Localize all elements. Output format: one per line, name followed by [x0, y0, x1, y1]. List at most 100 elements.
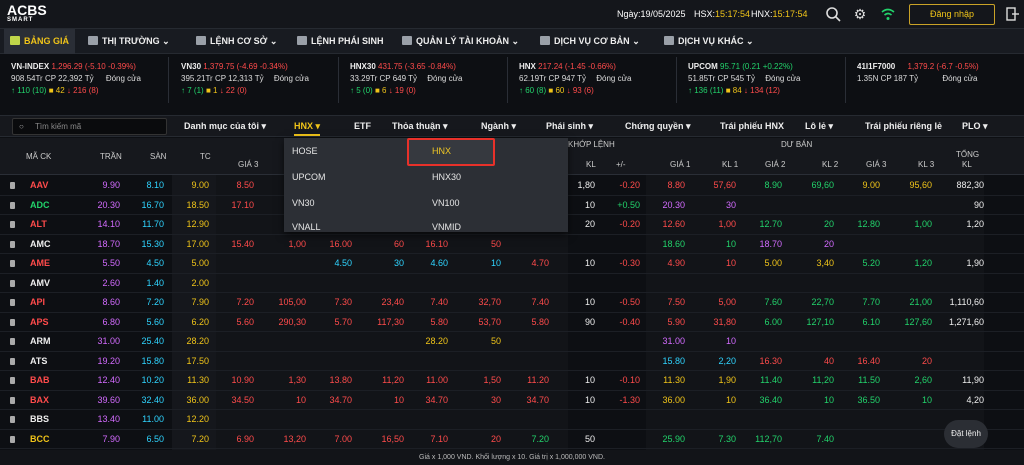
pin-icon[interactable] [10, 201, 15, 209]
tab-phai-sinh[interactable]: Phái sinh ▾ [546, 116, 593, 136]
tab-hnx[interactable]: HNX ▾ [294, 116, 321, 136]
table-row[interactable]: AMC 18.70 15.30 17.00 15.40 1,00 16.00 60 16.10 5… [0, 235, 1024, 254]
option-hose[interactable]: HOSE [292, 146, 318, 156]
table-row[interactable]: BCC 7.90 6.50 7.20 6.90 13,20 7.00 16,50 7.10 20 7… [0, 430, 1024, 449]
col-tc[interactable]: TC [200, 152, 211, 161]
search-icon[interactable] [825, 6, 841, 22]
pin-icon[interactable] [10, 416, 15, 423]
col-tran[interactable]: TRẦN [100, 152, 122, 161]
logout-icon[interactable] [1005, 7, 1021, 23]
symbol-cell[interactable]: BAB [30, 371, 50, 390]
nav-quan-ly-tai-khoan[interactable]: QUẢN LÝ TÀI KHOẢN ⌄ [402, 29, 519, 54]
cell-tran: 12.40 [97, 375, 120, 385]
symbol-cell[interactable]: ATS [30, 352, 47, 371]
symbol-cell[interactable]: ADC [30, 196, 50, 215]
pin-icon[interactable] [10, 396, 15, 404]
cell-s2: 16.30 [759, 355, 782, 366]
gear-icon[interactable]: ⚙ [852, 6, 868, 22]
option-hnx30[interactable]: HNX30 [432, 172, 461, 182]
option-upcom[interactable]: UPCOM [292, 172, 326, 182]
ticker-hnx30[interactable]: HNX30 431.75 (-3.65 -0.84%) 33.29Tr CP 6… [339, 57, 508, 103]
tab-lo-le[interactable]: Lô lẻ ▾ [805, 116, 833, 136]
ticker-hnx[interactable]: HNX 217.24 (-1.45 -0.66%) 62.19Tr CP 947… [508, 57, 677, 103]
ticker-vn30[interactable]: VN30 1,379.75 (-4.69 -0.34%) 395.21Tr CP… [170, 57, 339, 103]
table-row[interactable]: BAX 39.60 32.40 36.00 34.50 10 34.70 10 34.70 30 3… [0, 391, 1024, 410]
pin-icon[interactable] [10, 338, 15, 345]
cell-pm: -0.20 [619, 219, 640, 229]
col-kl2: KL 2 [822, 160, 839, 169]
login-button[interactable]: Đăng nhập [909, 4, 995, 25]
tab-chung-quyen[interactable]: Chứng quyền ▾ [625, 116, 691, 136]
place-order-button[interactable]: Đặt lệnh [944, 420, 988, 448]
cell-tran: 39.60 [97, 394, 120, 405]
symbol-cell[interactable]: AAV [30, 176, 48, 195]
table-row[interactable]: AME 5.50 4.50 5.00 4.50 30 4.60 10 4.70 10 -0.30 4.… [0, 254, 1024, 274]
pin-icon[interactable] [10, 221, 15, 228]
tab-nganh[interactable]: Ngành ▾ [481, 116, 516, 136]
tab-danh-muc[interactable]: Danh mục của tôi ▾ [184, 116, 266, 136]
search-input[interactable]: Tìm kiếm mã [12, 118, 167, 135]
cell-san: 32.40 [141, 394, 164, 405]
pin-icon[interactable] [10, 299, 15, 306]
nav-bang-gia[interactable]: BẢNG GIÁ [4, 29, 75, 54]
tab-trai-phieu-hnx[interactable]: Trái phiếu HNX [720, 116, 784, 136]
symbol-cell[interactable]: API [30, 293, 45, 312]
symbol-cell[interactable]: AME [30, 254, 50, 273]
pin-icon[interactable] [10, 240, 15, 248]
cell-s3 [834, 430, 880, 449]
price-board-icon [10, 36, 20, 45]
ticker-future[interactable]: 41I1F7000 1,379.2 (-6.7 -0.5%) 1.35N CP … [846, 57, 1024, 103]
cell-b1: 4.60 [430, 258, 448, 268]
table-row[interactable]: APS 6.80 5.60 6.20 5.60 290,30 5.70 117,30 5.80 5… [0, 313, 1024, 332]
cell-tc: 6.20 [191, 316, 209, 327]
table-row[interactable]: ARM 31.00 25.40 28.20 28.20 50 31.00 10 [0, 332, 1024, 352]
cell-mp [503, 332, 549, 351]
symbol-cell[interactable]: ARM [30, 332, 51, 351]
ticker-upcom[interactable]: UPCOM 95.71 (0.21 +0.22%) 51.85Tr CP 545… [677, 57, 846, 103]
table-row[interactable]: ATS 19.20 15.80 17.50 15.80 2,20 16.30 40 16.40 2… [0, 352, 1024, 371]
pin-icon[interactable] [10, 357, 15, 365]
cell-bk1: 30 [490, 394, 501, 405]
nav-lenh-co-so[interactable]: LỆNH CƠ SỞ ⌄ [196, 29, 277, 54]
tab-thoa-thuan[interactable]: Thỏa thuận ▾ [392, 116, 448, 136]
pin-icon[interactable] [10, 318, 15, 326]
ticker-vnindex[interactable]: VN-INDEX 1,296.29 (-5.10 -0.39%) 908.54T… [0, 57, 169, 103]
logo[interactable]: ACBS SMART [7, 3, 47, 24]
cell-sk3 [886, 274, 932, 293]
cell-tot [938, 352, 984, 371]
option-vn100[interactable]: VN100 [432, 198, 460, 208]
table-row[interactable]: BAB 12.40 10.20 11.30 10.90 1,30 13.80 11,20 11.… [0, 371, 1024, 391]
nav-dich-vu-co-ban[interactable]: DỊCH VỤ CƠ BẢN ⌄ [540, 29, 640, 54]
option-vnall[interactable]: VNALL [292, 222, 321, 232]
symbol-cell[interactable]: ALT [30, 215, 47, 234]
tab-plo[interactable]: PLO ▾ [962, 116, 988, 136]
nav-lenh-phai-sinh[interactable]: LỆNH PHÁI SINH [297, 29, 384, 54]
cell-tran: 9.90 [102, 180, 120, 190]
cell-b3 [208, 352, 254, 371]
option-vn30[interactable]: VN30 [292, 198, 315, 208]
symbol-cell[interactable]: BCC [30, 430, 50, 449]
option-vnmid[interactable]: VNMID [432, 222, 461, 232]
symbol-cell[interactable]: BBS [30, 410, 49, 429]
col-ma[interactable]: MÃ CK [26, 152, 51, 161]
pin-icon[interactable] [10, 260, 15, 267]
symbol-cell[interactable]: BAX [30, 391, 49, 410]
pin-icon[interactable] [10, 435, 15, 443]
symbol-cell[interactable]: AMC [30, 235, 51, 254]
nav-thi-truong[interactable]: THỊ TRƯỜNG ⌄ [88, 29, 170, 54]
pin-icon[interactable] [10, 279, 15, 287]
tab-etf[interactable]: ETF [354, 116, 371, 136]
cell-bk2 [358, 352, 404, 371]
pin-icon[interactable] [10, 182, 15, 189]
table-row[interactable]: API 8.60 7.20 7.90 7.20 105,00 7.30 23,40 7.40 32… [0, 293, 1024, 313]
col-san[interactable]: SÀN [150, 152, 166, 161]
pin-icon[interactable] [10, 377, 15, 384]
table-row[interactable]: BBS 13.40 11.00 12.20 [0, 410, 1024, 430]
col-tong: TỔNG [956, 150, 980, 159]
nav-dich-vu-khac[interactable]: DỊCH VỤ KHÁC ⌄ [664, 29, 754, 54]
symbol-cell[interactable]: APS [30, 313, 49, 332]
table-row[interactable]: AMV 2.60 1.40 2.00 [0, 274, 1024, 293]
cell-mk: 10 [584, 258, 595, 268]
symbol-cell[interactable]: AMV [30, 274, 50, 293]
tab-trai-phieu-rieng-le[interactable]: Trái phiếu riêng lẻ [865, 116, 942, 136]
